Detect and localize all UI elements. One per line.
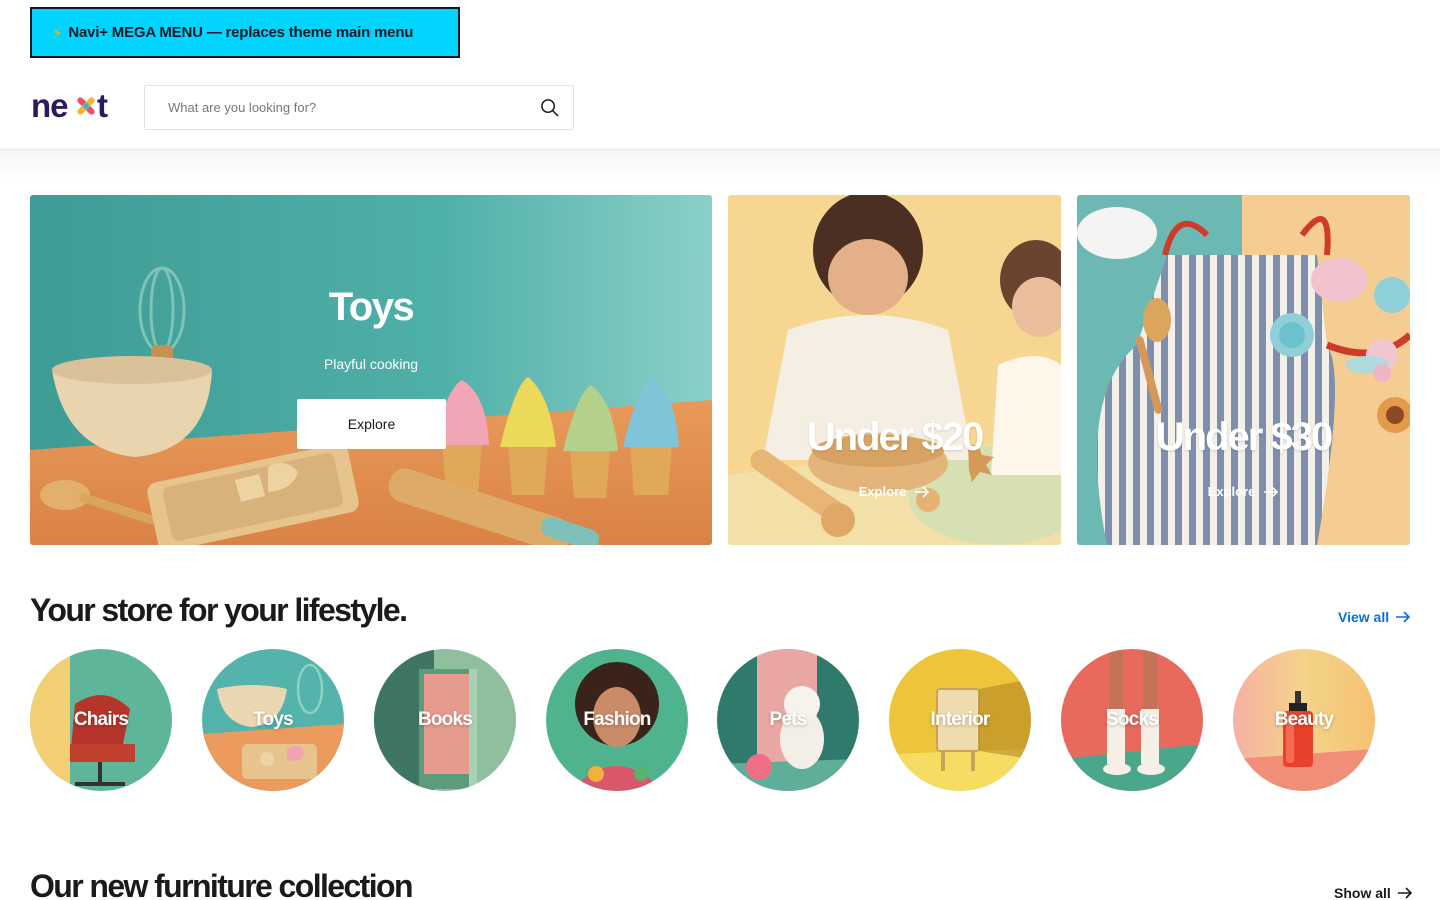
arrow-right-icon (1397, 887, 1412, 899)
under-30-explore-label: Explore (1207, 484, 1256, 499)
search-icon[interactable] (539, 98, 559, 118)
category-books[interactable]: Books (374, 649, 516, 791)
hero-card-under-30[interactable]: Under $30 Explore (1077, 195, 1410, 545)
explore-button[interactable]: Explore (297, 399, 446, 449)
show-all-link[interactable]: Show all (1334, 885, 1413, 900)
search-bar (144, 85, 574, 130)
header-shadow (0, 150, 1440, 180)
view-all-link[interactable]: View all (1338, 609, 1411, 625)
logo-icon: ne t (31, 87, 108, 124)
mega-menu-text: Navi+ MEGA MENU — replaces theme main me… (68, 24, 414, 41)
lightning-bolt-icon: ⚡ (52, 24, 63, 42)
under-30-explore-link[interactable]: Explore (1077, 484, 1410, 499)
hero-subtitle: Playful cooking (323, 356, 419, 372)
hero-card-under-20[interactable]: Under $20 Explore (728, 195, 1061, 545)
arrow-right-icon (1396, 611, 1411, 623)
under-30-title: Under $30 (1155, 415, 1333, 459)
hero-title: Toys (328, 285, 415, 329)
mega-menu-banner[interactable]: ⚡ Navi+ MEGA MENU — replaces theme main … (30, 7, 460, 58)
category-label: Pets (769, 709, 808, 730)
category-label: Interior (930, 709, 990, 730)
logo[interactable]: ne t (31, 86, 113, 126)
under-20-explore-link[interactable]: Explore (728, 484, 1061, 499)
view-all-label: View all (1338, 609, 1390, 625)
under-20-explore-label: Explore (858, 484, 907, 499)
category-fashion[interactable]: Fashion (546, 649, 688, 791)
category-label: Socks (1106, 709, 1159, 730)
category-pets[interactable]: Pets (717, 649, 859, 791)
category-toys[interactable]: Toys (202, 649, 344, 791)
category-interior[interactable]: Interior (889, 649, 1031, 791)
svg-text:t: t (97, 87, 108, 124)
category-label: Fashion (583, 709, 651, 730)
category-label: Beauty (1274, 709, 1334, 730)
arrow-right-icon (915, 485, 930, 498)
category-socks[interactable]: Socks (1061, 649, 1203, 791)
category-label: Chairs (73, 709, 129, 730)
category-chairs[interactable]: Chairs (30, 649, 172, 791)
under-20-title: Under $20 (806, 415, 984, 459)
arrow-right-icon (1264, 485, 1279, 498)
site-header: ne t (0, 64, 1440, 150)
category-beauty[interactable]: Beauty (1233, 649, 1375, 791)
lifestyle-section-title: Your store for your lifestyle. (30, 592, 408, 628)
category-label: Books (417, 709, 473, 730)
furniture-section-title: Our new furniture collection (30, 868, 414, 900)
svg-text:ne: ne (31, 87, 68, 124)
hero-card-toys[interactable]: Toys Playful cooking Explore (30, 195, 712, 545)
category-label: Toys (253, 709, 294, 730)
show-all-label: Show all (1334, 885, 1391, 900)
search-input[interactable] (168, 100, 539, 115)
